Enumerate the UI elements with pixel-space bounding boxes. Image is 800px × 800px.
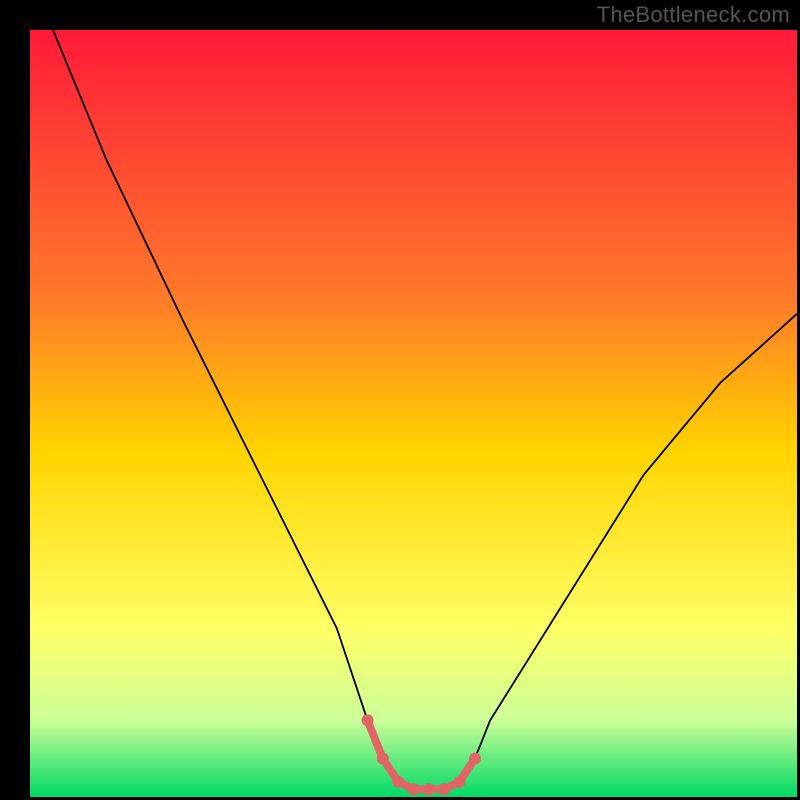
optimal-marker-dot — [438, 783, 450, 795]
optimal-marker-dot — [423, 783, 435, 795]
bottleneck-chart: TheBottleneck.com — [0, 0, 800, 800]
optimal-marker-dot — [469, 753, 481, 765]
chart-svg — [0, 0, 800, 800]
optimal-marker-dot — [392, 776, 404, 788]
optimal-marker-dot — [377, 753, 389, 765]
optimal-marker-dot — [408, 783, 420, 795]
watermark-text: TheBottleneck.com — [597, 2, 790, 28]
optimal-marker-dot — [362, 714, 374, 726]
gradient-plot-area — [30, 30, 797, 797]
optimal-marker-dot — [454, 776, 466, 788]
